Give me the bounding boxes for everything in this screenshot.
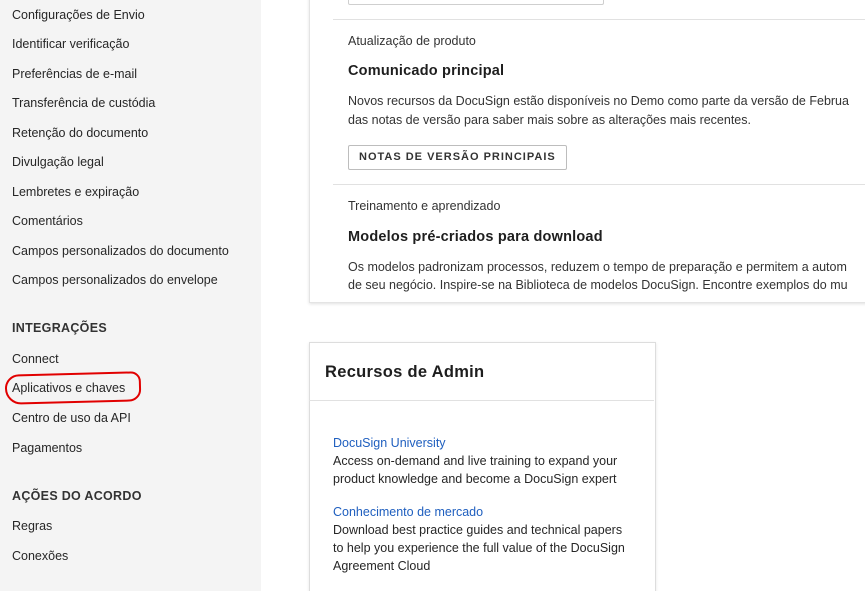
section-divider bbox=[333, 19, 865, 20]
admin-resources-title: Recursos de Admin bbox=[325, 363, 485, 381]
sidebar-item-legal-disclosure[interactable]: Divulgação legal bbox=[12, 154, 104, 170]
sidebar-item-connect[interactable]: Connect bbox=[12, 351, 59, 367]
market-description-line: Agreement Cloud bbox=[333, 559, 431, 573]
university-description-line: product knowledge and become a DocuSign … bbox=[333, 472, 617, 486]
product-update-body-line: das notas de versão para saber mais sobr… bbox=[348, 113, 751, 127]
sidebar-item-api-usage-center[interactable]: Centro de uso da API bbox=[12, 410, 131, 426]
university-description-line: Access on-demand and live training to ex… bbox=[333, 454, 618, 468]
sidebar-item-document-custom-fields[interactable]: Campos personalizados do documento bbox=[12, 243, 229, 259]
sidebar-heading-agreement-actions: AÇÕES DO ACORDO bbox=[12, 489, 142, 503]
training-eyebrow: Treinamento e aprendizado bbox=[348, 199, 501, 213]
sidebar-item-payments[interactable]: Pagamentos bbox=[12, 440, 82, 456]
sidebar-item-envelope-custom-fields[interactable]: Campos personalizados do envelope bbox=[12, 272, 218, 288]
training-title: Modelos pré-criados para download bbox=[348, 229, 603, 245]
sidebar-item-document-retention[interactable]: Retenção do documento bbox=[12, 125, 148, 141]
product-update-body-line: Novos recursos da DocuSign estão disponí… bbox=[348, 94, 849, 108]
market-knowledge-link[interactable]: Conhecimento de mercado bbox=[333, 505, 483, 519]
sidebar-item-identity-verification[interactable]: Identificar verificação bbox=[12, 36, 129, 52]
sidebar-item-custody-transfer[interactable]: Transferência de custódia bbox=[12, 95, 155, 111]
sidebar-item-reminders-expiration[interactable]: Lembretes e expiração bbox=[12, 184, 139, 200]
training-body-line: de seu negócio. Inspire-se na Biblioteca… bbox=[348, 278, 848, 292]
market-description-line: Download best practice guides and techni… bbox=[333, 523, 623, 537]
red-annotation-circle bbox=[4, 371, 142, 405]
sidebar-heading-integrations: INTEGRAÇÕES bbox=[12, 321, 107, 335]
settings-sidebar: Configurações de Envio Identificar verif… bbox=[0, 0, 261, 591]
sidebar-item-connections[interactable]: Conexões bbox=[12, 548, 68, 564]
main-content: Atualização de produto Comunicado princi… bbox=[261, 0, 865, 591]
release-notes-button[interactable]: NOTAS DE VERSÃO PRINCIPAIS bbox=[348, 145, 567, 170]
sidebar-item-email-preferences[interactable]: Preferências de e-mail bbox=[12, 66, 137, 82]
sidebar-item-rules[interactable]: Regras bbox=[12, 518, 52, 534]
admin-card-header-divider bbox=[309, 400, 654, 401]
product-update-eyebrow: Atualização de produto bbox=[348, 34, 476, 48]
sidebar-item-sending-settings[interactable]: Configurações de Envio bbox=[12, 7, 145, 23]
sidebar-item-comments[interactable]: Comentários bbox=[12, 213, 83, 229]
section-divider bbox=[333, 184, 865, 185]
product-update-title: Comunicado principal bbox=[348, 63, 505, 79]
previous-button-edge[interactable] bbox=[348, 0, 604, 5]
training-body-line: Os modelos padronizam processos, reduzem… bbox=[348, 260, 847, 274]
market-description-line: to help you experience the full value of… bbox=[333, 541, 625, 555]
docusign-university-link[interactable]: DocuSign University bbox=[333, 436, 446, 450]
